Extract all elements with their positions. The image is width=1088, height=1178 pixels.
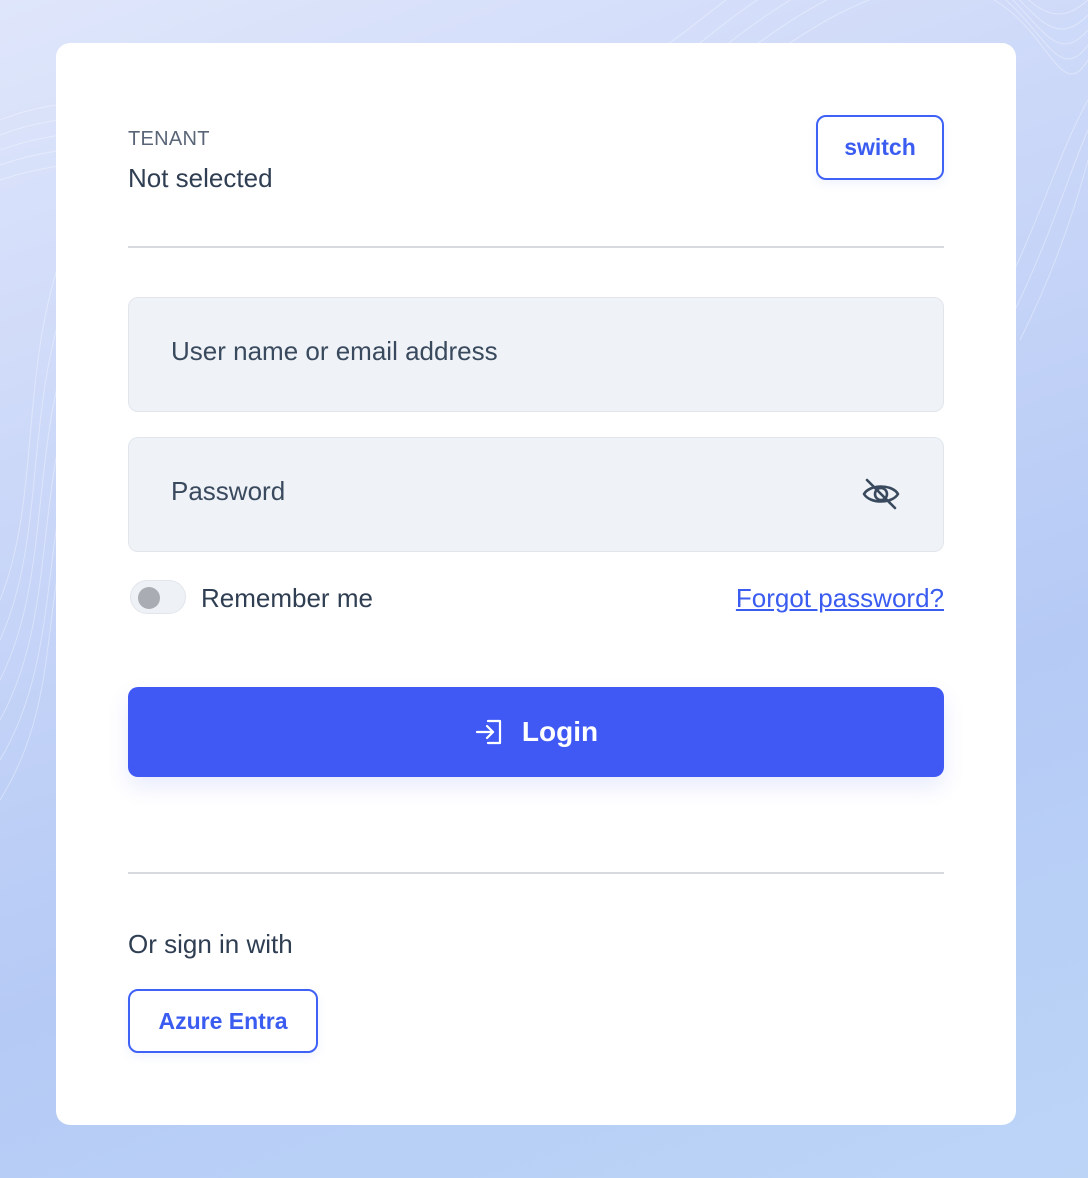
tenant-value: Not selected [128,163,273,193]
azure-entra-button[interactable]: Azure Entra [128,989,318,1053]
login-card: TENANT Not selected switch User name or … [56,43,1016,1125]
login-button[interactable]: Login [128,687,944,777]
remember-me-toggle[interactable] [130,580,186,614]
login-arrow-icon [474,718,504,746]
eye-slash-icon[interactable] [861,476,901,512]
toggle-knob [138,587,160,609]
tenant-label: TENANT [128,128,210,150]
login-label: Login [521,716,599,747]
alt-signin-heading: Or sign in with [128,929,293,959]
divider [128,872,944,874]
switch-tenant-button[interactable]: switch [816,115,944,180]
password-field[interactable]: Password [128,437,944,552]
remember-me-label: Remember me [201,583,373,613]
username-placeholder: User name or email address [171,336,498,366]
username-field[interactable]: User name or email address [128,297,944,412]
forgot-password-link[interactable]: Forgot password? [736,583,944,614]
password-placeholder: Password [171,476,286,506]
divider [128,246,944,248]
